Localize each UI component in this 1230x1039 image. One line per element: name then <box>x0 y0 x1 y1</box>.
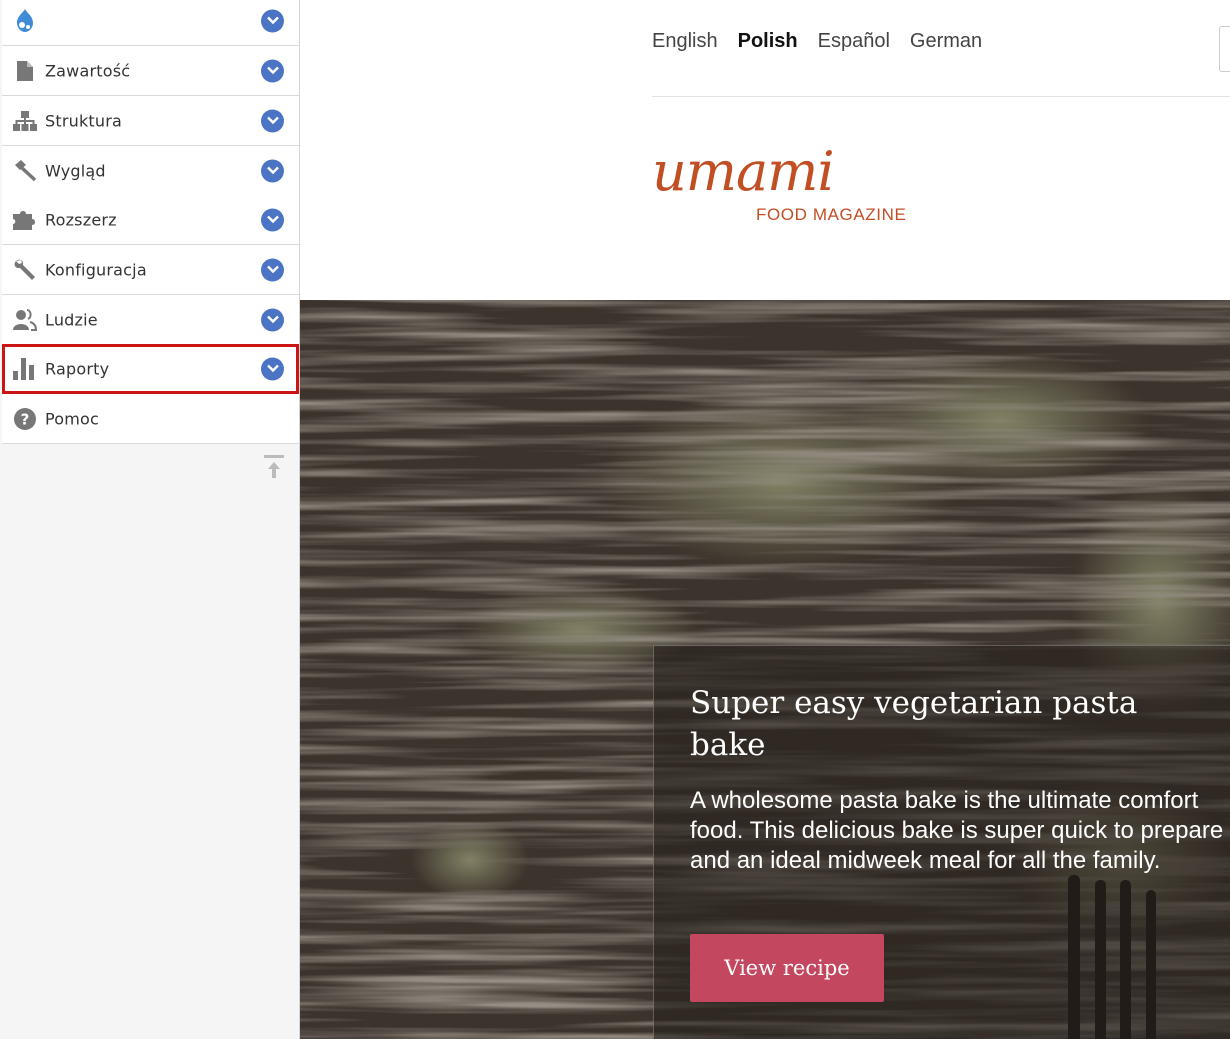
site-logo[interactable]: umami FOOD MAGAZINE <box>650 140 915 230</box>
help-icon: ? <box>12 406 38 432</box>
drupal-logo-icon[interactable] <box>12 8 38 34</box>
collapse-tray-icon[interactable] <box>263 453 285 483</box>
toolbar-item-help[interactable]: ? Pomoc <box>2 394 299 444</box>
reports-toggle-button[interactable] <box>261 357 284 380</box>
hero-card: Super easy vegetarian pasta bake A whole… <box>653 645 1230 1039</box>
hero-title: Super easy vegetarian pasta bake <box>690 685 1138 763</box>
admin-toolbar-tray: Zawartość Struktura Wygląd Rozszerz Konf… <box>0 0 300 1039</box>
logo-subtitle: FOOD MAGAZINE <box>756 205 907 224</box>
hero-description: A wholesome pasta bake is the ultimate c… <box>690 787 1224 874</box>
toolbar-item-label: Raporty <box>45 359 110 378</box>
appearance-toggle-button[interactable] <box>261 159 284 182</box>
header-divider <box>652 96 1230 97</box>
search-field-edge[interactable] <box>1219 26 1230 72</box>
toolbar-item-appearance[interactable]: Wygląd <box>2 146 299 196</box>
page-icon <box>12 58 38 84</box>
toolbar-item-label: Wygląd <box>45 161 106 180</box>
toolbar-item-label: Zawartość <box>45 61 131 80</box>
toolbar-item-content[interactable]: Zawartość <box>2 46 299 96</box>
brush-icon <box>12 158 38 184</box>
view-recipe-button[interactable]: View recipe <box>690 934 884 1002</box>
content-toggle-button[interactable] <box>261 59 284 82</box>
people-toggle-button[interactable] <box>261 308 284 331</box>
language-link-espanol[interactable]: Español <box>818 30 890 53</box>
toolbar-item-structure[interactable]: Struktura <box>2 96 299 146</box>
extend-toggle-button[interactable] <box>261 208 284 231</box>
configuration-toggle-button[interactable] <box>261 258 284 281</box>
puzzle-icon <box>12 207 38 233</box>
toolbar-item-label: Pomoc <box>45 409 100 428</box>
wrench-icon <box>12 257 38 283</box>
language-switcher: English Polish Español German <box>652 30 982 53</box>
people-icon <box>12 307 38 333</box>
logo-wordmark: umami <box>652 140 835 200</box>
structure-toggle-button[interactable] <box>261 109 284 132</box>
toolbar-item-label: Struktura <box>45 111 123 130</box>
toolbar-item-label: Rozszerz <box>45 210 117 229</box>
svg-text:?: ? <box>21 410 30 428</box>
toolbar-item-people[interactable]: Ludzie <box>2 295 299 345</box>
toolbar-item-extend[interactable]: Rozszerz <box>2 195 299 245</box>
toolbar-item-label: Ludzie <box>45 310 98 329</box>
toolbar-item-reports[interactable]: Raporty <box>2 344 299 394</box>
toolbar-home-row[interactable] <box>2 0 299 46</box>
bar-chart-icon <box>12 356 38 382</box>
language-link-english[interactable]: English <box>652 30 718 53</box>
svg-text:umami: umami <box>652 140 834 200</box>
toolbar-item-configuration[interactable]: Konfiguracja <box>2 245 299 295</box>
hero-banner: Super easy vegetarian pasta bake A whole… <box>300 300 1230 1039</box>
language-link-german[interactable]: German <box>910 30 982 53</box>
language-link-polish[interactable]: Polish <box>738 30 798 53</box>
toolbar-item-label: Konfiguracja <box>45 260 147 279</box>
hierarchy-icon <box>12 108 38 134</box>
home-toggle-button[interactable] <box>261 9 284 32</box>
